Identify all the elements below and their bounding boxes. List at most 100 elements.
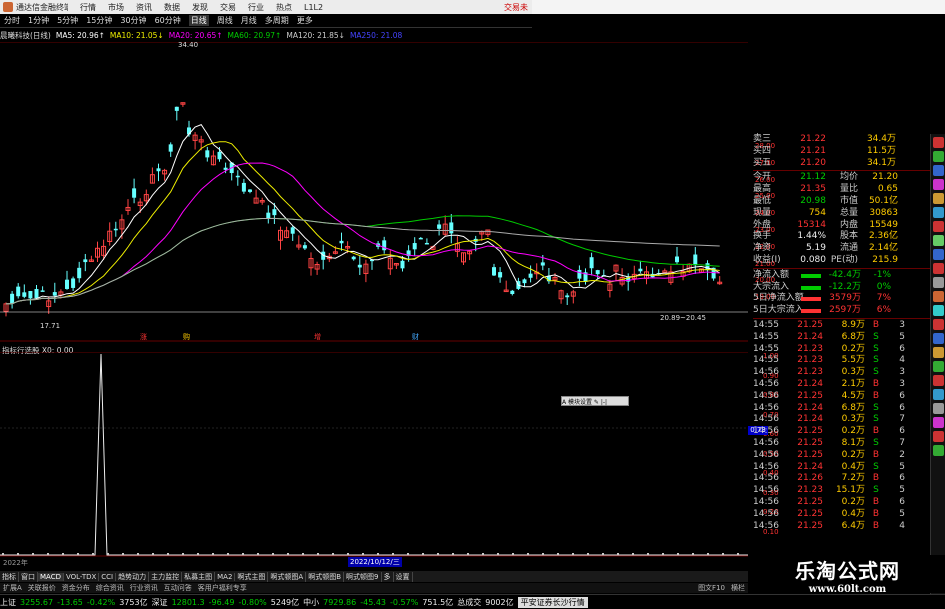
ask-label: 买四 [753,145,772,156]
indicator-tab[interactable]: VOL-TDX [64,572,100,581]
period-tab[interactable]: 30分钟 [120,15,146,26]
indicator-tab[interactable]: 主力监控 [149,571,183,582]
sector-icon[interactable] [933,235,944,246]
ask-vol: 34.1万 [866,157,896,168]
menu-item[interactable]: 发现 [192,3,208,12]
tick-count: 3 [899,367,905,378]
tick-volume: 2.1万 [841,378,865,389]
chart-icon[interactable] [933,151,944,162]
settings-icon[interactable] [933,277,944,288]
toolbar-tab[interactable]: 扩展A [0,583,25,593]
orange-icon[interactable] [933,347,944,358]
tick-time: 14:55 [753,355,779,366]
indicator-tab[interactable]: 指标 [0,571,19,582]
grid-icon[interactable] [933,403,944,414]
period-tab[interactable]: 60分钟 [155,15,181,26]
indicator-tab[interactable]: 啊式主图 [235,571,269,582]
tick-row: 14:56 21.23 0.3万 S 3 [753,367,930,379]
period-tab[interactable]: 多周期 [265,15,289,26]
candle-body [357,264,362,268]
toolbar-tab[interactable]: 互动问答 [161,583,195,593]
red-icon[interactable] [933,319,944,330]
tick-time: 14:56 [753,449,779,460]
toolbar-tab[interactable]: 关联报价 [25,583,59,593]
layout-tab[interactable]: 横栏 [728,583,748,593]
indicator-tab[interactable]: MA2 [215,572,236,581]
tick-time: 14:55 [753,319,779,330]
indicator-tab[interactable]: 私募主图 [182,571,216,582]
indicator-tab[interactable]: 啊式顿图9 [344,571,382,582]
menu-item[interactable]: 市场 [108,3,124,12]
candle-body [205,150,210,158]
period-tab[interactable]: 5分钟 [57,15,78,26]
right-sidebar [930,134,945,594]
tool-icon[interactable] [933,291,944,302]
news-icon[interactable] [933,137,944,148]
candle-body [223,167,228,170]
indicator-tab[interactable]: 啊式顿图A [268,571,307,582]
menu-item[interactable]: L1L2 [304,3,323,12]
info-row: 换手 1.44% 股本 2.36亿 [753,231,930,243]
f10-icon[interactable] [933,165,944,176]
menu-item[interactable]: 行业 [248,3,264,12]
tick-side: B [872,508,880,519]
blue-icon[interactable] [933,333,944,344]
toolbar-tab[interactable]: 综合资讯 [93,583,127,593]
toolbar-tab[interactable]: 行业资讯 [127,583,161,593]
mail-icon[interactable] [933,431,944,442]
tick-time: 14:56 [753,508,779,519]
info-icon[interactable] [933,249,944,260]
period-tab[interactable]: 日线 [188,15,209,26]
indicator-tab[interactable]: MACD [38,572,64,581]
ask-vol: 34.4万 [866,134,896,144]
period-tab[interactable]: 分时 [4,15,20,26]
tick-row: 14:56 21.25 0.2万 B 6 [753,497,930,509]
menu-item[interactable]: 交易 [220,3,236,12]
sub-indicator-chart[interactable] [0,352,748,557]
tick-price: 21.25 [797,390,823,401]
search-icon[interactable] [933,207,944,218]
menu-item[interactable]: 资讯 [136,3,152,12]
menu-item[interactable]: 行情 [80,3,96,12]
toolbar-tab[interactable]: 资金分布 [59,583,93,593]
indicator-tab[interactable]: 趋势动力 [116,571,150,582]
fund-icon[interactable] [933,179,944,190]
candle-body [492,267,496,276]
info-label: PE(动) [830,254,858,265]
period-tab[interactable]: 周线 [217,15,233,26]
period-tab[interactable]: 1分钟 [28,15,49,26]
help-icon[interactable] [933,445,944,456]
toolbar-tab[interactable]: 客用户福利专享 [195,583,250,593]
indicator-tab[interactable]: 设置 [394,571,413,582]
info-label: 收益(I) [753,254,781,265]
index-label[interactable]: 深证 [152,597,168,608]
menu-item[interactable]: 数据 [164,3,180,12]
trend-icon[interactable] [933,389,944,400]
trade-link[interactable]: 交易未 [504,2,528,13]
candle-body [235,175,240,178]
alert-icon[interactable] [933,193,944,204]
hot-icon[interactable] [933,221,944,232]
index-label[interactable]: 上证 [0,597,16,608]
indicator-tabs: 指标 窗口 MACD VOL-TDX CCI 趋势动力 主力监控 私募主图 MA2 啊式主图 啊式顿… [0,571,748,582]
rank-icon[interactable] [933,375,944,386]
index-label[interactable]: 中小 [303,597,319,608]
tick-count: 5 [899,485,905,496]
module-tooltip[interactable]: A 模块设置 ✎ |-| [561,396,629,406]
period-tab[interactable]: 更多 [297,15,313,26]
kline-chart[interactable]: 34.40 17.71 20.89~20.45 涨 购 增 财 [0,42,748,342]
period-tab[interactable]: 月线 [241,15,257,26]
compare-icon[interactable] [933,305,944,316]
menu-item[interactable]: 热点 [276,3,292,12]
flame-icon[interactable] [933,263,944,274]
broker-label[interactable]: 平安证券长沙行情 [517,596,588,608]
green-icon[interactable] [933,361,944,372]
indicator-tab[interactable]: 多 [382,571,394,582]
user-icon[interactable] [933,417,944,428]
indicator-tab[interactable]: CCI [99,572,117,581]
indicator-tab[interactable]: 啊式顿图B [306,571,345,582]
indicator-tab[interactable]: 窗口 [19,571,38,582]
tick-time: 14:56 [753,414,779,425]
period-tab[interactable]: 15分钟 [86,15,112,26]
f10-tab[interactable]: 图文F10 [695,583,728,593]
